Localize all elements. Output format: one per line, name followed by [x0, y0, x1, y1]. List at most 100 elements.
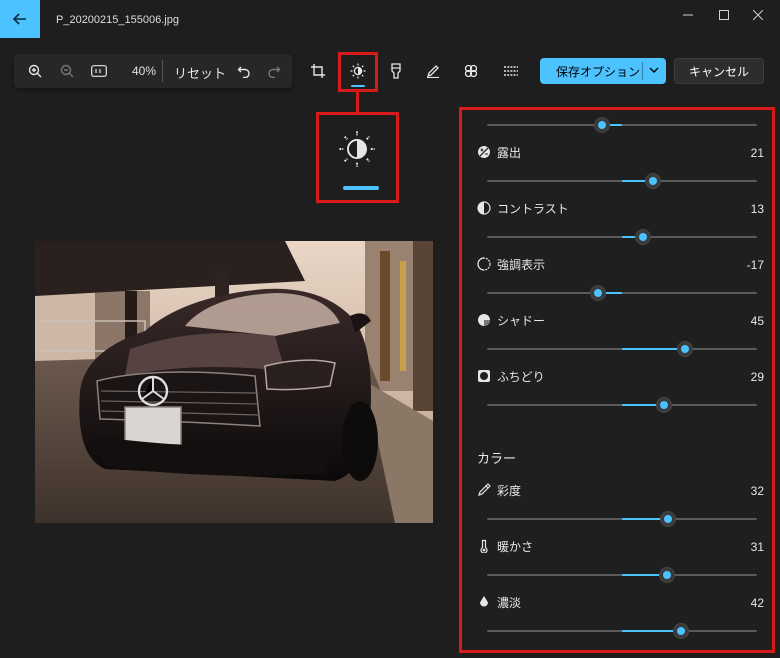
contrast-label: コントラスト — [497, 201, 569, 216]
vignette-label-row: ふちどり — [477, 368, 545, 384]
tint-label: 濃淡 — [497, 595, 522, 610]
shadows-value: 45 — [750, 314, 764, 328]
crop-icon — [311, 64, 325, 78]
saturation-slider[interactable] — [487, 512, 757, 526]
slider-thumb[interactable] — [678, 342, 692, 356]
saturation-value: 32 — [750, 484, 764, 498]
callout-active-indicator — [343, 186, 379, 190]
contrast-slider[interactable] — [487, 230, 757, 244]
pen-icon — [426, 65, 439, 78]
tint-label-row: 濃淡 — [477, 594, 521, 610]
adjustment-panel: 露出 21 コントラスト 13 強調表示 -17 シャドー 45 ふちどり 29… — [459, 107, 775, 653]
redo-button[interactable] — [264, 54, 284, 88]
warmth-value: 31 — [750, 540, 764, 554]
exposure-value: 21 — [750, 146, 764, 160]
zoom-out-button[interactable] — [56, 54, 78, 88]
back-button[interactable] — [0, 0, 40, 38]
actual-size-icon — [91, 65, 107, 77]
slider-thumb[interactable] — [646, 174, 660, 188]
slider-thumb[interactable] — [674, 624, 688, 638]
slider-thumb[interactable] — [657, 398, 671, 412]
zoom-in-icon — [28, 64, 42, 78]
brightness-icon — [339, 131, 375, 167]
reset-button[interactable]: リセット — [174, 63, 226, 82]
background-tool-button[interactable] — [498, 58, 524, 84]
shadows-slider[interactable] — [487, 342, 757, 356]
zoom-out-icon — [60, 64, 74, 78]
highlight-frame — [338, 52, 378, 92]
undo-button[interactable] — [234, 54, 254, 88]
slider-thumb[interactable] — [660, 568, 674, 582]
tint-slider[interactable] — [487, 624, 757, 638]
warmth-icon — [477, 539, 491, 553]
slider-thumb[interactable] — [595, 118, 609, 132]
light-slider[interactable] — [487, 118, 757, 132]
slider-thumb[interactable] — [661, 512, 675, 526]
toolbar-divider — [162, 60, 163, 82]
vignette-label: ふちどり — [497, 369, 545, 384]
car-photo — [35, 241, 433, 523]
close-icon — [753, 10, 763, 20]
slider-track — [487, 124, 757, 126]
slider-fill — [622, 348, 685, 350]
highlight-connector — [356, 92, 359, 114]
color-section-title: カラー — [477, 451, 517, 466]
exposure-icon — [477, 145, 491, 159]
filter-icon — [464, 64, 478, 78]
highlights-label-row: 強調表示 — [477, 256, 545, 272]
highlights-label: 強調表示 — [497, 257, 546, 272]
back-arrow-icon — [13, 13, 26, 25]
highlights-slider[interactable] — [487, 286, 757, 300]
shadows-label: シャドー — [497, 313, 546, 328]
slider-thumb[interactable] — [591, 286, 605, 300]
exposure-label-row: 露出 — [477, 144, 521, 160]
save-options-label: 保存オプション — [556, 64, 641, 79]
vignette-value: 29 — [750, 370, 764, 384]
contrast-label-row: コントラスト — [477, 200, 569, 216]
window-title: P_20200215_155006.jpg — [56, 14, 179, 26]
shadows-label-row: シャドー — [477, 312, 545, 328]
exposure-slider[interactable] — [487, 174, 757, 188]
saturation-label-row: 彩度 — [477, 482, 521, 498]
warmth-slider[interactable] — [487, 568, 757, 582]
marker-icon — [391, 63, 401, 79]
minimize-icon — [683, 14, 693, 16]
maximize-icon — [719, 10, 729, 20]
shadows-icon — [477, 313, 491, 327]
maximize-button[interactable] — [712, 6, 736, 24]
slider-thumb[interactable] — [636, 230, 650, 244]
zoom-in-button[interactable] — [24, 54, 46, 88]
saturation-label: 彩度 — [497, 483, 522, 498]
chevron-down-icon[interactable] — [648, 64, 660, 76]
warmth-label-row: 暖かさ — [477, 538, 533, 554]
vignette-icon — [477, 369, 491, 383]
close-button[interactable] — [746, 6, 770, 24]
tint-icon — [477, 595, 491, 609]
filter-tool-button[interactable] — [458, 58, 484, 84]
contrast-icon — [477, 201, 491, 215]
split-divider — [642, 62, 643, 80]
actual-size-button[interactable] — [88, 54, 110, 88]
zoom-level: 40% — [132, 64, 157, 78]
vignette-slider[interactable] — [487, 398, 757, 412]
slider-fill — [622, 630, 681, 632]
minimize-button[interactable] — [676, 6, 700, 24]
view-toolbar: 40% リセット — [14, 54, 292, 88]
slider-track — [487, 292, 757, 294]
markup-tool-button[interactable] — [383, 58, 409, 84]
exposure-label: 露出 — [497, 145, 522, 160]
cancel-button[interactable]: キャンセル — [674, 58, 764, 84]
warmth-label: 暖かさ — [497, 539, 534, 554]
redo-icon — [268, 66, 281, 78]
draw-tool-button[interactable] — [420, 58, 446, 84]
contrast-value: 13 — [750, 202, 764, 216]
background-pattern-icon — [504, 66, 518, 76]
crop-tool-button[interactable] — [305, 58, 331, 84]
photo-canvas[interactable] — [35, 241, 433, 523]
highlights-value: -17 — [746, 258, 764, 272]
saturation-icon — [477, 483, 491, 497]
tint-value: 42 — [750, 596, 764, 610]
highlights-icon — [477, 257, 491, 271]
save-options-button[interactable]: 保存オプション — [540, 58, 666, 84]
undo-icon — [237, 66, 250, 78]
